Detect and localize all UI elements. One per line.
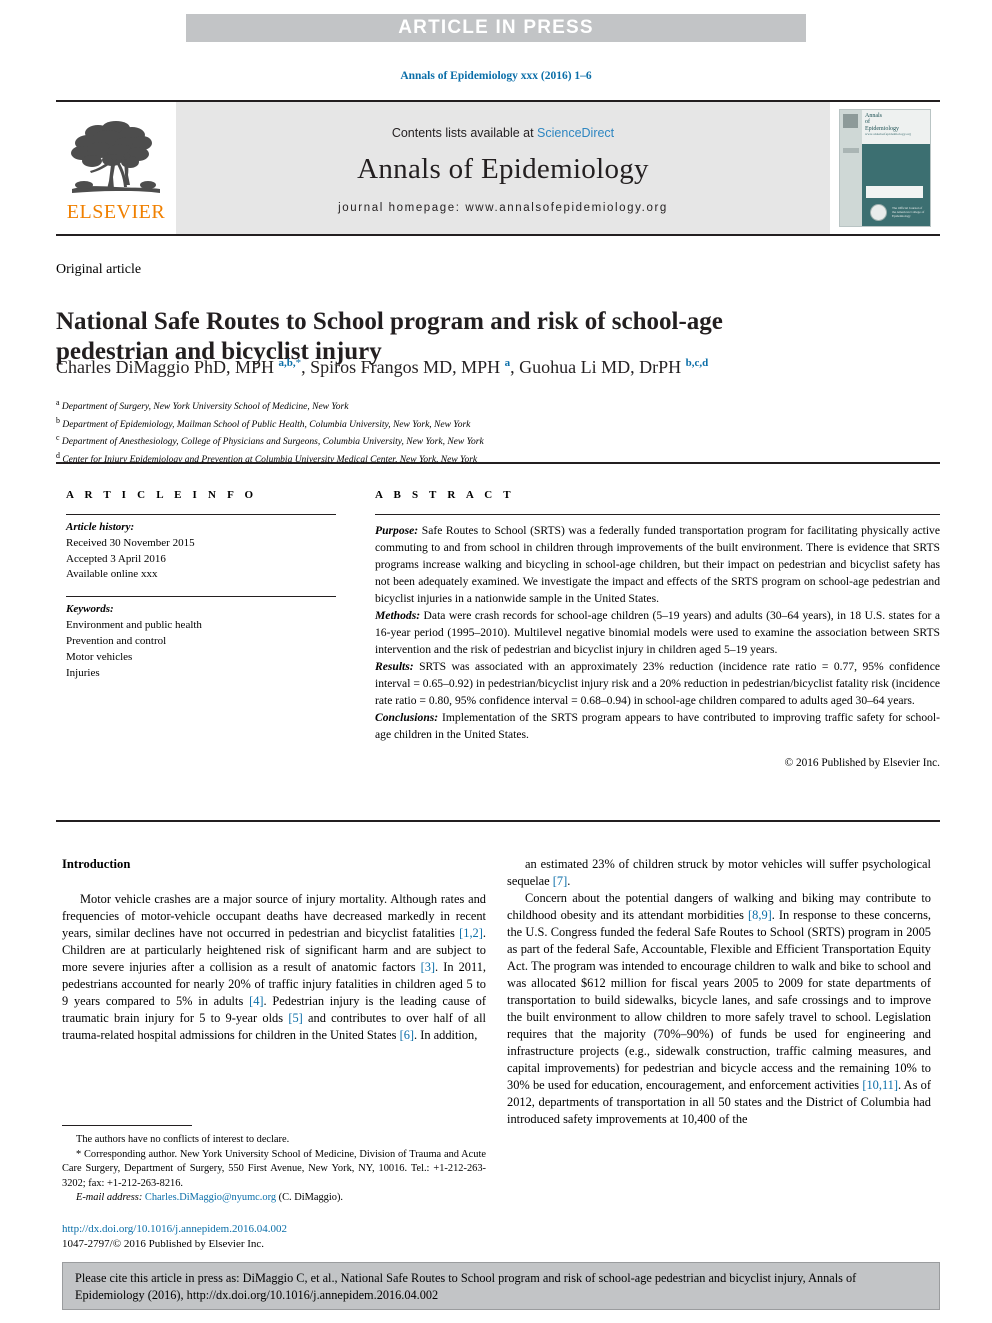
- article-history-label: Article history:: [66, 521, 135, 533]
- journal-cover-thumbnail-wrap: Annals of Epidemiology www.annalsofepide…: [830, 102, 940, 234]
- cite-this-article-box: Please cite this article in press as: Di…: [62, 1262, 940, 1310]
- journal-cover-thumbnail: Annals of Epidemiology www.annalsofepide…: [839, 109, 931, 227]
- affiliation-marker: a: [56, 398, 60, 407]
- journal-homepage-link[interactable]: journal homepage: www.annalsofepidemiolo…: [338, 202, 668, 214]
- keyword-item: Injuries: [66, 666, 100, 679]
- citation-ref[interactable]: [10,11]: [862, 1078, 898, 1092]
- abstract-section-label: Purpose:: [375, 524, 419, 537]
- introduction-left-paragraphs: Motor vehicle crashes are a major source…: [62, 891, 486, 1044]
- citation-ref[interactable]: [5]: [288, 1011, 302, 1025]
- abstract-section-label: Results:: [375, 660, 414, 674]
- journal-reference-line: Annals of Epidemiology xxx (2016) 1–6: [400, 70, 592, 82]
- cover-seal-text: The Official Journal of the American Col…: [892, 206, 925, 218]
- citation-ref[interactable]: [6]: [400, 1028, 414, 1042]
- keywords-label: Keywords:: [66, 603, 114, 616]
- abstract-section: Results: SRTS was associated with an app…: [375, 660, 940, 708]
- article-history-item: Received 30 November 2015: [66, 536, 195, 549]
- cover-publisher-mark-icon: [843, 114, 858, 128]
- footnote-email-line: E-mail address: Charles.DiMaggio@nyumc.o…: [62, 1191, 486, 1206]
- divider-under-affiliations: [56, 462, 940, 464]
- abstract-column: A B S T R A C T Purpose: Safe Routes to …: [375, 489, 940, 769]
- footnote-corresponding-author: * Corresponding author. New York Univers…: [62, 1148, 486, 1189]
- affiliation-list: a Department of Surgery, New York Univer…: [56, 397, 756, 467]
- citation-ref[interactable]: [3]: [421, 960, 435, 974]
- contents-available-line: Contents lists available at ScienceDirec…: [392, 126, 614, 140]
- body-paragraph: Concern about the potential dangers of w…: [507, 890, 931, 1126]
- abstract-section: Methods: Data were crash records for sch…: [375, 609, 940, 657]
- footnote-divider: [62, 1125, 192, 1126]
- issn-copyright-line: 1047-2797/© 2016 Published by Elsevier I…: [62, 1238, 265, 1251]
- introduction-right-column: an estimated 23% of children struck by m…: [507, 856, 931, 1128]
- affiliation-item: b Department of Epidemiology, Mailman Sc…: [56, 415, 471, 430]
- affiliation-item: d Center for Injury Epidemiology and Pre…: [56, 450, 478, 465]
- abstract-heading: A B S T R A C T: [375, 489, 515, 501]
- cover-issue-mark: [843, 148, 859, 153]
- affiliation-item: c Department of Anesthesiology, College …: [56, 433, 484, 448]
- article-history-block: Article history: Received 30 November 20…: [66, 520, 336, 583]
- article-history-item: Available online xxx: [66, 568, 158, 581]
- article-info-divider-mid: [66, 596, 336, 598]
- article-info-heading: A R T I C L E I N F O: [66, 489, 258, 501]
- journal-masthead: ELSEVIER Contents lists available at Sci…: [56, 100, 940, 236]
- footnotes-block: The authors have no conflicts of interes…: [62, 1133, 486, 1206]
- introduction-left-column: Introduction Motor vehicle crashes are a…: [62, 856, 486, 1044]
- keyword-item: Motor vehicles: [66, 650, 133, 663]
- abstract-divider: [375, 514, 940, 515]
- citation-ref[interactable]: [1,2]: [459, 926, 483, 940]
- email-suffix: (C. DiMaggio).: [276, 1192, 344, 1204]
- article-info-divider-top: [66, 514, 336, 515]
- abstract-copyright: © 2016 Published by Elsevier Inc.: [784, 757, 940, 770]
- footnote-conflict: The authors have no conflicts of interes…: [76, 1134, 290, 1145]
- divider-under-abstract: [56, 820, 940, 822]
- abstract-section: Purpose: Safe Routes to School (SRTS) wa…: [375, 524, 940, 606]
- article-in-press-banner: ARTICLE IN PRESS: [186, 14, 806, 42]
- citation-ref[interactable]: [8,9]: [748, 908, 772, 922]
- abstract-body: Purpose: Safe Routes to School (SRTS) wa…: [375, 522, 940, 743]
- doi-link[interactable]: http://dx.doi.org/10.1016/j.annepidem.20…: [62, 1222, 492, 1237]
- introduction-right-paragraphs: an estimated 23% of children struck by m…: [507, 856, 931, 1128]
- affiliation-marker: d: [56, 450, 60, 460]
- affiliation-marker: b: [56, 415, 60, 425]
- cover-seal-icon: [870, 204, 887, 221]
- journal-title: Annals of Epidemiology: [357, 153, 649, 185]
- article-history-item: Accepted 3 April 2016: [66, 552, 166, 565]
- citation-ref[interactable]: [7]: [553, 874, 567, 888]
- doi-block: http://dx.doi.org/10.1016/j.annepidem.20…: [62, 1222, 492, 1252]
- elsevier-logo: ELSEVIER: [56, 102, 176, 234]
- body-paragraph: an estimated 23% of children struck by m…: [507, 857, 931, 888]
- article-type-label: Original article: [56, 262, 142, 277]
- body-paragraph: Motor vehicle crashes are a major source…: [62, 892, 487, 1043]
- contents-prefix-text: Contents lists available at: [391, 126, 538, 140]
- author-list: Charles DiMaggio PhD, MPH a,b,*, Spiros …: [56, 357, 709, 377]
- cover-white-bar: [866, 186, 923, 198]
- introduction-heading: Introduction: [62, 857, 131, 871]
- elsevier-wordmark: ELSEVIER: [66, 200, 166, 223]
- affiliation-marker: c: [56, 433, 60, 443]
- abstract-section-label: Conclusions:: [375, 711, 439, 725]
- keyword-item: Environment and public health: [66, 619, 202, 632]
- abstract-section-label: Methods:: [375, 609, 421, 623]
- keyword-item: Prevention and control: [66, 634, 167, 647]
- author-email-link[interactable]: Charles.DiMaggio@nyumc.org: [145, 1192, 276, 1203]
- abstract-section: Conclusions: Implementation of the SRTS …: [375, 711, 940, 742]
- sciencedirect-link[interactable]: ScienceDirect: [537, 126, 614, 140]
- cover-subtitle: www.annalsofepidemiology.org: [865, 132, 912, 137]
- cover-journal-title: Annals of Epidemiology www.annalsofepide…: [865, 113, 927, 137]
- email-address-label: E-mail address:: [76, 1192, 143, 1204]
- keywords-block: Keywords: Environment and public health …: [66, 602, 336, 681]
- citation-ref[interactable]: [4]: [249, 994, 263, 1008]
- masthead-center-panel: Contents lists available at ScienceDirec…: [176, 102, 830, 234]
- affiliation-item: a Department of Surgery, New York Univer…: [56, 398, 349, 413]
- elsevier-tree-icon: [68, 119, 164, 201]
- article-info-column: A R T I C L E I N F O Article history: R…: [66, 489, 336, 681]
